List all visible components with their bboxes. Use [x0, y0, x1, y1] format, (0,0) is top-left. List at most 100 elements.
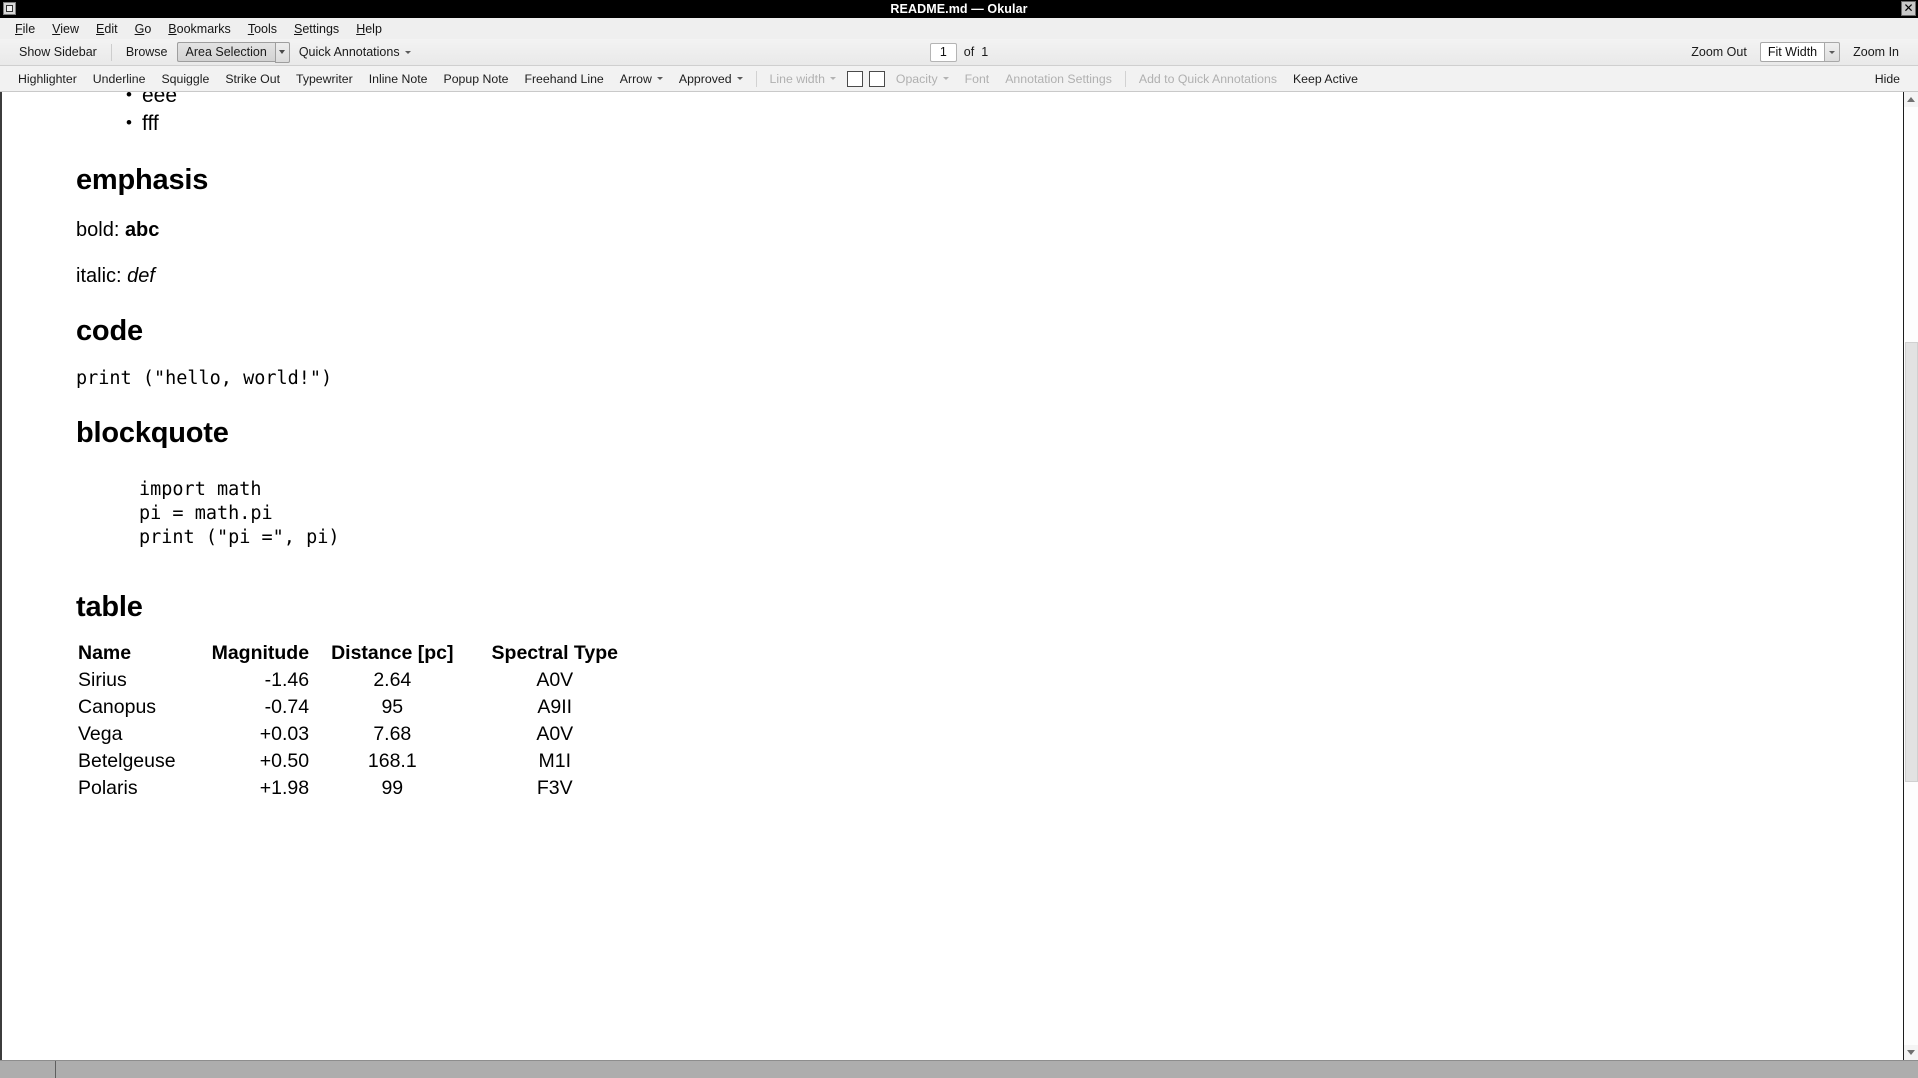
area-selection-button[interactable]: Area Selection [177, 42, 275, 62]
menu-item-edit[interactable]: Edit [88, 20, 127, 38]
menu-item-view[interactable]: View [44, 20, 88, 38]
menu-item-bookmarks[interactable]: Bookmarks [160, 20, 240, 38]
status-bar-main-cell [56, 1061, 1918, 1078]
window-title: README.md — Okular [0, 2, 1918, 16]
cell-distance: 2.64 [321, 667, 463, 694]
menu-item-tools[interactable]: Tools [240, 20, 286, 38]
menu-item-edit-label: dit [104, 22, 117, 36]
opacity-control: Opacity [888, 70, 957, 88]
scrollbar-track[interactable] [1904, 107, 1918, 1045]
menu-item-file-label: ile [23, 22, 36, 36]
annotation-color-swatch-secondary[interactable] [869, 71, 885, 87]
bold-label: bold: [76, 219, 125, 241]
bullet-list: eee fff [126, 92, 1903, 138]
heading-table: table [76, 590, 1903, 624]
annotation-tool-squiggle[interactable]: Squiggle [153, 70, 217, 88]
zoom-out-button[interactable]: Zoom Out [1682, 43, 1756, 61]
toolbar-separator [111, 44, 112, 61]
table-row: Sirius -1.46 2.64 A0V [76, 667, 628, 694]
italic-label: italic: [76, 265, 127, 287]
chevron-down-icon [657, 77, 663, 80]
hide-annotation-toolbar-button[interactable]: Hide [1867, 70, 1908, 88]
list-item: fff [126, 110, 1903, 138]
zoom-controls: Zoom Out Fit Width Zoom In [1682, 42, 1908, 62]
chevron-down-icon[interactable] [1824, 42, 1840, 62]
annotation-tool-inline-note[interactable]: Inline Note [361, 70, 436, 88]
vertical-scrollbar[interactable] [1903, 92, 1918, 1060]
annotation-stamp-approved[interactable]: Approved [671, 70, 751, 88]
quick-annotations-button[interactable]: Quick Annotations [290, 43, 420, 61]
line-width-label: Line width [770, 72, 825, 86]
status-bar [0, 1060, 1918, 1078]
heading-blockquote: blockquote [76, 416, 1903, 450]
chevron-up-icon [1907, 97, 1915, 102]
cell-magnitude: +1.98 [206, 775, 322, 802]
document-page[interactable]: eee fff emphasis bold: abc italic: def c… [2, 92, 1903, 1060]
area-selection-dropdown-icon[interactable] [275, 42, 290, 63]
menu-item-settings[interactable]: Settings [286, 20, 348, 38]
scroll-up-button[interactable] [1904, 92, 1918, 107]
paragraph-italic: italic: def [76, 263, 1903, 289]
italic-value: def [127, 265, 155, 287]
menu-item-go[interactable]: Go [127, 20, 161, 38]
zoom-level-select[interactable]: Fit Width [1760, 42, 1840, 62]
line-width-control: Line width [762, 70, 844, 88]
menu-item-tools-label: ools [254, 22, 277, 36]
scroll-down-button[interactable] [1904, 1045, 1918, 1060]
menu-item-bookmarks-label: ookmarks [177, 22, 231, 36]
table-row: Vega +0.03 7.68 A0V [76, 721, 628, 748]
menu-item-go-label: o [144, 22, 151, 36]
cell-spectral-type: A0V [464, 721, 628, 748]
menu-item-settings-label: ettings [302, 22, 339, 36]
annotation-tool-popup-note[interactable]: Popup Note [436, 70, 517, 88]
annotation-tool-underline[interactable]: Underline [85, 70, 154, 88]
menu-item-help-label: elp [365, 22, 382, 36]
cell-name: Sirius [76, 667, 206, 694]
chevron-down-icon [943, 77, 949, 80]
menu-item-help[interactable]: Help [348, 20, 391, 38]
annotation-settings-button: Annotation Settings [997, 70, 1120, 88]
cell-distance: 99 [321, 775, 463, 802]
table-row: Betelgeuse +0.50 168.1 M1I [76, 748, 628, 775]
annotation-color-swatch-primary[interactable] [847, 71, 863, 87]
annotation-tool-highlighter[interactable]: Highlighter [10, 70, 85, 88]
title-bar: README.md — Okular ✕ [0, 0, 1918, 18]
table-row: Polaris +1.98 99 F3V [76, 775, 628, 802]
cell-distance: 7.68 [321, 721, 463, 748]
table-header-row: Name Magnitude Distance [pc] Spectral Ty… [76, 640, 628, 667]
cell-name: Vega [76, 721, 206, 748]
annotation-tool-typewriter[interactable]: Typewriter [288, 70, 361, 88]
cell-name: Polaris [76, 775, 206, 802]
chevron-down-icon [737, 77, 743, 80]
cell-magnitude: -1.46 [206, 667, 322, 694]
cell-spectral-type: A9II [464, 694, 628, 721]
heading-emphasis: emphasis [76, 163, 1903, 197]
annotation-tool-freehand-line[interactable]: Freehand Line [516, 70, 611, 88]
page-of-label: of [964, 45, 974, 59]
browse-button[interactable]: Browse [117, 43, 177, 61]
annotation-tool-arrow[interactable]: Arrow [612, 70, 671, 88]
show-sidebar-button[interactable]: Show Sidebar [10, 43, 106, 61]
font-button: Font [957, 70, 998, 88]
table-column-header-magnitude: Magnitude [206, 640, 322, 667]
page-number-input[interactable]: 1 [930, 43, 957, 62]
cell-name: Canopus [76, 694, 206, 721]
cell-spectral-type: M1I [464, 748, 628, 775]
scrollbar-thumb[interactable] [1905, 342, 1918, 783]
zoom-in-button[interactable]: Zoom In [1844, 43, 1908, 61]
page-total-label: 1 [981, 45, 988, 59]
heading-code: code [76, 314, 1903, 348]
menu-item-view-label: iew [60, 22, 79, 36]
menu-item-file[interactable]: File [7, 20, 44, 38]
okular-window: README.md — Okular ✕ File View Edit Go B… [0, 0, 1918, 1078]
status-bar-left-cell [0, 1061, 56, 1078]
cell-distance: 168.1 [321, 748, 463, 775]
keep-active-button[interactable]: Keep Active [1285, 70, 1366, 88]
cell-name: Betelgeuse [76, 748, 206, 775]
cell-magnitude: +0.03 [206, 721, 322, 748]
annotation-stamp-approved-label: Approved [679, 72, 732, 86]
close-icon[interactable]: ✕ [1901, 1, 1916, 16]
table-column-header-distance: Distance [pc] [321, 640, 463, 667]
annotation-tool-strike-out[interactable]: Strike Out [217, 70, 288, 88]
cell-distance: 95 [321, 694, 463, 721]
